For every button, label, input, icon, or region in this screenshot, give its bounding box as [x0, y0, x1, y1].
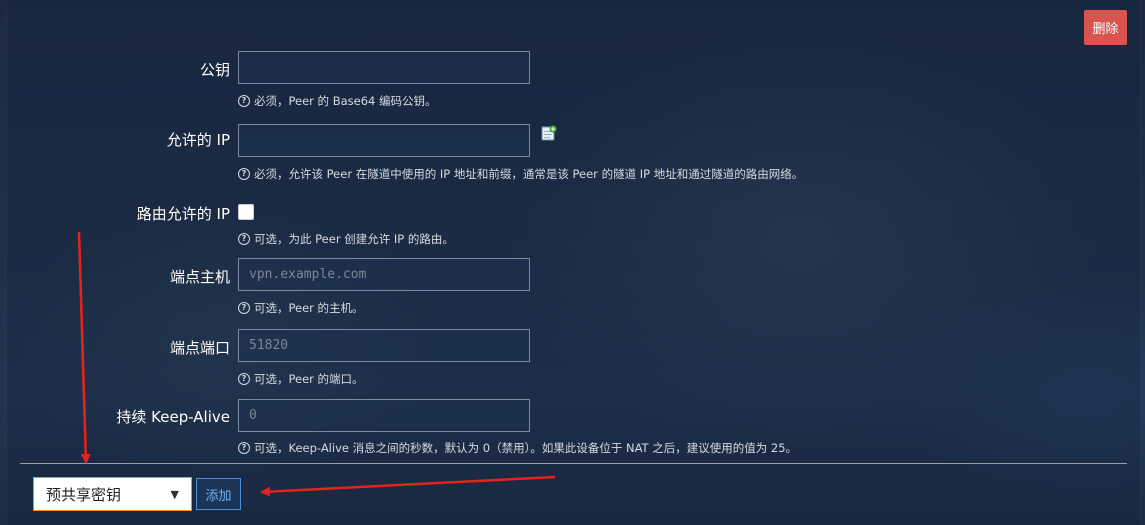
chevron-down-icon: ▼ [170, 487, 179, 501]
question-circle-icon: ? [238, 95, 250, 107]
route-allowed-ips-hint: ? 可选，为此 Peer 创建允许 IP 的路由。 [238, 231, 454, 247]
add-section-button[interactable]: 添加 [196, 478, 241, 510]
route-allowed-ips-hint-text: 可选，为此 Peer 创建允许 IP 的路由。 [254, 232, 454, 246]
question-circle-icon: ? [238, 168, 250, 180]
keepalive-input[interactable] [238, 399, 530, 432]
route-allowed-ips-label: 路由允许的 IP [136, 205, 230, 223]
question-circle-icon: ? [238, 373, 250, 385]
allowed-ips-label: 允许的 IP [166, 131, 230, 149]
delete-button[interactable]: 删除 [1084, 10, 1127, 45]
public-key-label: 公钥 [199, 61, 230, 79]
allowed-ips-hint: ? 必须，允许该 Peer 在隧道中使用的 IP 地址和前缀，通常是该 Peer… [238, 166, 803, 182]
endpoint-port-input[interactable] [238, 329, 530, 362]
endpoint-host-input[interactable] [238, 258, 530, 291]
keepalive-hint: ? 可选，Keep-Alive 消息之间的秒数，默认为 0（禁用）。如果此设备位… [238, 440, 797, 456]
question-circle-icon: ? [238, 233, 250, 245]
public-key-hint: ? 必须，Peer 的 Base64 编码公钥。 [238, 93, 437, 109]
endpoint-host-label: 端点主机 [169, 268, 230, 286]
public-key-input[interactable] [238, 51, 530, 84]
keepalive-label: 持续 Keep-Alive [116, 408, 230, 426]
section-type-select-value: 预共享密钥 [46, 485, 122, 504]
route-allowed-ips-checkbox[interactable] [238, 204, 254, 220]
endpoint-host-hint: ? 可选，Peer 的主机。 [238, 300, 364, 316]
question-circle-icon: ? [238, 302, 250, 314]
allowed-ips-hint-text: 必须，允许该 Peer 在隧道中使用的 IP 地址和前缀，通常是该 Peer 的… [254, 167, 804, 181]
endpoint-host-hint-text: 可选，Peer 的主机。 [254, 301, 364, 315]
section-divider [20, 463, 1127, 464]
endpoint-port-hint-text: 可选，Peer 的端口。 [254, 372, 364, 386]
keepalive-hint-text: 可选，Keep-Alive 消息之间的秒数，默认为 0（禁用）。如果此设备位于 … [254, 441, 798, 455]
public-key-hint-text: 必须，Peer 的 Base64 编码公钥。 [254, 94, 437, 108]
endpoint-port-hint: ? 可选，Peer 的端口。 [238, 371, 364, 387]
allowed-ips-input[interactable] [238, 124, 530, 157]
endpoint-port-label: 端点端口 [169, 339, 230, 357]
section-type-select[interactable]: 预共享密钥 ▼ [33, 477, 192, 511]
add-entry-icon[interactable] [541, 125, 557, 141]
question-circle-icon: ? [238, 442, 250, 454]
